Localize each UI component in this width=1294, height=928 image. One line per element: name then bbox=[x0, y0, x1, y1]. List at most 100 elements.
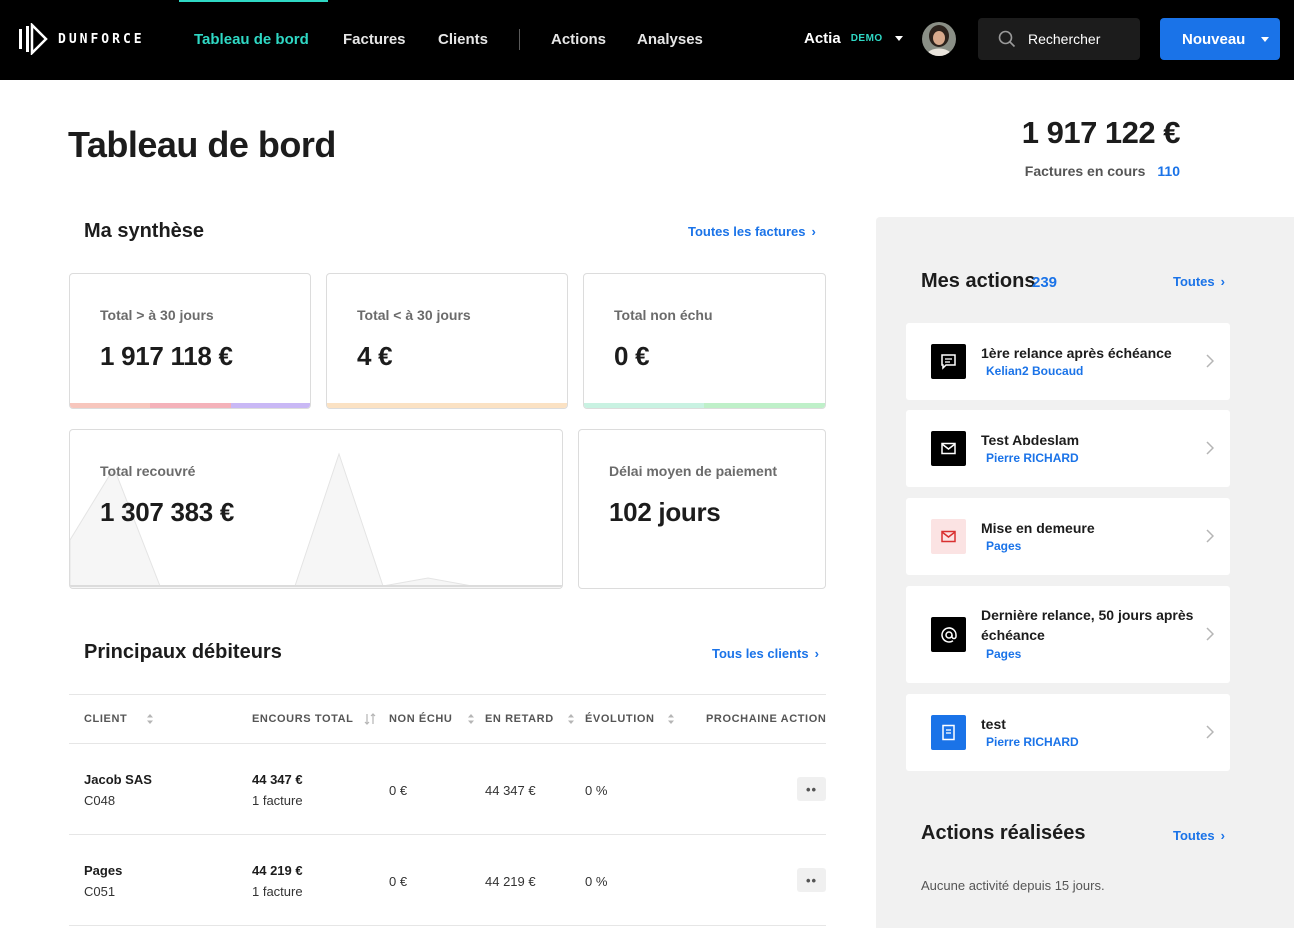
column-label: ÉVOLUTION bbox=[585, 713, 655, 725]
grand-total-amount: 1 917 122 € bbox=[1021, 115, 1181, 150]
actions-panel: Mes actions 239 Toutes › 1ère relance ap… bbox=[876, 217, 1294, 928]
new-button[interactable]: Nouveau bbox=[1160, 18, 1280, 60]
column-label: PROCHAINE ACTION bbox=[706, 713, 827, 725]
late-amount: 44 219 € bbox=[485, 874, 536, 889]
all-invoices-link[interactable]: Toutes les factures › bbox=[688, 224, 816, 239]
column-label: EN RETARD bbox=[485, 713, 554, 725]
all-invoices-link-label: Toutes les factures bbox=[688, 224, 806, 239]
column-late[interactable]: EN RETARD bbox=[485, 713, 575, 725]
empty-activity-message: Aucune activité depuis 15 jours. bbox=[921, 878, 1105, 893]
column-evolution[interactable]: ÉVOLUTION bbox=[585, 713, 675, 725]
account-switcher[interactable]: Actia DEMO bbox=[804, 30, 903, 47]
nav-tab-invoices[interactable]: Factures bbox=[343, 31, 406, 48]
synthesis-title: Ma synthèse bbox=[84, 220, 205, 242]
chevron-down-icon bbox=[894, 36, 903, 41]
all-actions-link[interactable]: Toutes › bbox=[1173, 274, 1225, 289]
brand-logo[interactable]: DUNFORCE bbox=[18, 23, 145, 55]
not-due-amount: 0 € bbox=[389, 783, 408, 798]
card-value: 0 € bbox=[614, 341, 650, 371]
more-dots-icon: •• bbox=[805, 872, 818, 888]
sort-icon bbox=[468, 714, 475, 724]
card-total-under-30-days[interactable]: Total < à 30 jours 4 € bbox=[326, 273, 568, 409]
evolution-percent: 0 % bbox=[585, 874, 608, 889]
column-total-outstanding[interactable]: ENCOURS TOTAL bbox=[252, 713, 376, 725]
card-value: 1 917 118 € bbox=[100, 341, 233, 371]
action-contact: Pages bbox=[986, 647, 1022, 661]
card-color-bar bbox=[327, 403, 567, 408]
open-invoices-count[interactable]: 110 bbox=[1157, 163, 1180, 179]
column-label: NON ÉCHU bbox=[389, 713, 453, 725]
brand-name: DUNFORCE bbox=[58, 31, 145, 47]
nav-tab-actions[interactable]: Actions bbox=[551, 31, 606, 48]
all-done-actions-link[interactable]: Toutes › bbox=[1173, 828, 1225, 843]
card-color-bar bbox=[70, 403, 310, 408]
table-row[interactable]: Jacob SAS C048 44 347 € 1 facture 0 € 44… bbox=[69, 744, 826, 835]
invoice-count: 1 facture bbox=[252, 793, 303, 808]
column-client[interactable]: CLIENT bbox=[84, 713, 154, 725]
all-clients-link-label: Tous les clients bbox=[712, 646, 809, 661]
nav-tab-dashboard[interactable]: Tableau de bord bbox=[194, 31, 309, 48]
search-icon bbox=[998, 30, 1016, 48]
client-name: Pages bbox=[84, 863, 123, 878]
more-options-button[interactable]: •• bbox=[797, 868, 826, 892]
active-tab-indicator bbox=[179, 0, 328, 2]
column-label: ENCOURS TOTAL bbox=[252, 713, 354, 725]
open-invoices-label: Factures en cours bbox=[1024, 163, 1146, 179]
client-name: Jacob SAS bbox=[84, 772, 152, 787]
nav-tab-clients[interactable]: Clients bbox=[438, 31, 488, 48]
chevron-down-icon bbox=[1261, 36, 1270, 42]
chevron-right-icon bbox=[1206, 354, 1214, 368]
action-contact: Pierre RICHARD bbox=[986, 451, 1079, 465]
more-dots-icon: •• bbox=[805, 781, 818, 797]
total-outstanding: 44 347 € bbox=[252, 772, 303, 787]
nav-tab-analyses[interactable]: Analyses bbox=[637, 31, 703, 48]
mail-red-icon bbox=[931, 519, 966, 554]
action-title: test bbox=[981, 716, 1006, 732]
chevron-right-icon bbox=[1206, 627, 1214, 641]
chevron-right-icon bbox=[1206, 529, 1214, 543]
chevron-right-icon bbox=[1206, 441, 1214, 455]
action-item[interactable]: 1ère relance après échéance Kelian2 Bouc… bbox=[906, 323, 1230, 400]
my-actions-count: 239 bbox=[1032, 274, 1058, 291]
action-title: Test Abdeslam bbox=[981, 432, 1080, 448]
action-item[interactable]: Test Abdeslam Pierre RICHARD bbox=[906, 410, 1230, 487]
dunforce-logo-icon bbox=[19, 23, 48, 55]
card-total-over-30-days[interactable]: Total > à 30 jours 1 917 118 € bbox=[69, 273, 311, 409]
all-actions-link-label: Toutes bbox=[1173, 274, 1215, 289]
debtors-title: Principaux débiteurs bbox=[84, 641, 282, 663]
sort-desc-icon bbox=[364, 713, 375, 725]
action-title: Mise en demeure bbox=[981, 520, 1095, 536]
new-button-label: Nouveau bbox=[1182, 30, 1246, 48]
document-icon bbox=[931, 715, 966, 750]
card-total-recovered[interactable]: Total recouvré 1 307 383 € bbox=[69, 429, 563, 589]
search-placeholder: Rechercher bbox=[1028, 31, 1101, 47]
evolution-percent: 0 % bbox=[585, 783, 608, 798]
column-label: CLIENT bbox=[84, 713, 128, 725]
invoice-count: 1 facture bbox=[252, 884, 303, 899]
table-row[interactable]: Pages C051 44 219 € 1 facture 0 € 44 219… bbox=[69, 835, 826, 926]
demo-badge: DEMO bbox=[850, 33, 883, 44]
column-not-due[interactable]: NON ÉCHU bbox=[389, 713, 475, 725]
all-clients-link[interactable]: Tous les clients › bbox=[712, 646, 819, 661]
sort-icon bbox=[567, 714, 574, 724]
user-avatar[interactable] bbox=[922, 22, 956, 56]
action-title: Dernière relance, 50 jours après échéanc… bbox=[981, 607, 1194, 643]
more-options-button[interactable]: •• bbox=[797, 777, 826, 801]
card-label: Total < à 30 jours bbox=[357, 307, 471, 323]
total-outstanding: 44 219 € bbox=[252, 863, 303, 878]
action-item[interactable]: Mise en demeure Pages bbox=[906, 498, 1230, 575]
chevron-right-icon: › bbox=[811, 224, 816, 239]
not-due-amount: 0 € bbox=[389, 874, 408, 889]
search-input[interactable]: Rechercher bbox=[978, 18, 1140, 60]
column-next-action: PROCHAINE ACTION bbox=[706, 713, 826, 725]
action-item[interactable]: test Pierre RICHARD bbox=[906, 694, 1230, 771]
card-value: 1 307 383 € bbox=[100, 497, 235, 527]
action-item[interactable]: Dernière relance, 50 jours après échéanc… bbox=[906, 586, 1230, 683]
my-actions-title: Mes actions bbox=[921, 270, 1036, 292]
card-total-not-due[interactable]: Total non échu 0 € bbox=[583, 273, 826, 409]
chevron-right-icon: › bbox=[1220, 828, 1225, 843]
card-average-payment-delay[interactable]: Délai moyen de paiement 102 jours bbox=[578, 429, 826, 589]
card-color-bar bbox=[584, 403, 825, 408]
action-contact: Kelian2 Boucaud bbox=[986, 364, 1084, 378]
card-label: Total > à 30 jours bbox=[100, 307, 214, 323]
